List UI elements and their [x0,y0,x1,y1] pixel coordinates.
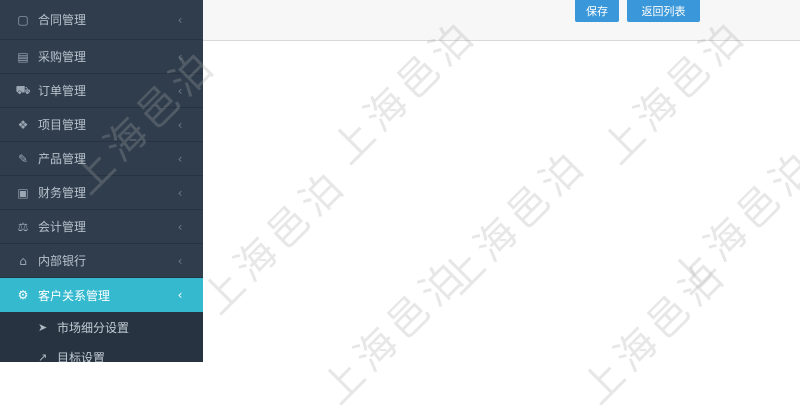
subitem-market-segment[interactable]: ➤ 市场细分设置 [0,312,203,342]
document-icon: ▢ [17,12,29,27]
chevron-left-icon: ‹ [177,253,183,268]
cart-icon: ⛟ [15,82,31,97]
sidebar: ▢ 合同管理 ‹ ▤ 采购管理 ‹ ⛟ 订单管理 ‹ ❖ 项目管理 ‹ ✎ 产品… [0,0,203,362]
chevron-left-icon: ‹ [177,49,183,64]
subitem-label: 目标设置 [57,350,106,363]
inbox-icon: ▤ [17,49,29,64]
chevron-left-icon: ‹ [177,12,183,27]
sidebar-item-contract[interactable]: ▢ 合同管理 ‹ [0,0,203,40]
sidebar-item-label: 采购管理 [38,50,87,64]
save-button[interactable]: 保存 [575,0,619,22]
scale-icon: ⚖ [17,219,29,234]
chevron-left-icon: ‹ [177,151,183,166]
arrow-icon: ↗ [38,350,48,363]
sidebar-item-products[interactable]: ✎ 产品管理 ‹ [0,142,203,176]
bank-icon: ⌂ [19,253,27,268]
chevron-left-icon: ‹ [177,288,183,302]
sidebar-item-crm[interactable]: ⚙ 客户关系管理 ‹ [0,278,203,312]
sidebar-item-finance[interactable]: ▣ 财务管理 ‹ [0,176,203,210]
sidebar-item-label: 内部银行 [38,254,87,268]
sidebar-item-label: 产品管理 [38,152,87,166]
sidebar-item-label: 会计管理 [38,220,87,234]
edit-icon: ✎ [17,151,29,166]
sidebar-item-label: 订单管理 [38,84,87,98]
sidebar-item-internal-bank[interactable]: ⌂ 内部银行 ‹ [0,244,203,278]
toolbar [203,0,800,41]
crm-submenu: ➤ 市场细分设置 ↗ 目标设置 [0,312,203,362]
chevron-left-icon: ‹ [177,219,183,234]
sidebar-item-purchase[interactable]: ▤ 采购管理 ‹ [0,40,203,74]
sidebar-item-label: 财务管理 [38,186,87,200]
sidebar-item-label: 项目管理 [38,118,87,132]
cubes-icon: ❖ [17,117,29,132]
send-icon: ➤ [38,320,48,334]
main-content [203,41,800,362]
chevron-left-icon: ‹ [177,185,183,200]
cogs-icon: ⚙ [17,288,29,302]
subitem-target-setting[interactable]: ↗ 目标设置 [0,342,203,363]
chevron-left-icon: ‹ [177,83,183,98]
sidebar-item-accounting[interactable]: ⚖ 会计管理 ‹ [0,210,203,244]
sidebar-item-label: 客户关系管理 [38,288,111,303]
sidebar-item-label: 合同管理 [38,13,87,27]
money-icon: ▣ [17,185,29,200]
sidebar-item-projects[interactable]: ❖ 项目管理 ‹ [0,108,203,142]
chevron-left-icon: ‹ [177,117,183,132]
subitem-label: 市场细分设置 [57,320,130,335]
back-to-list-button[interactable]: 返回列表 [627,0,700,22]
sidebar-item-orders[interactable]: ⛟ 订单管理 ‹ [0,74,203,108]
